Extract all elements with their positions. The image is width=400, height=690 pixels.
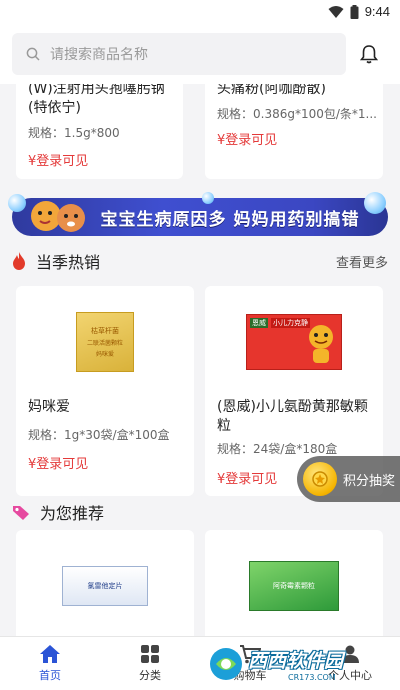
product-card[interactable]: (W)注射用头孢噻肟钠(特依宁) 规格：1.5g*800 ¥登录可见: [16, 84, 183, 179]
product-price: ¥登录可见: [217, 472, 278, 487]
product-name: (W)注射用头孢噻肟钠(特依宁): [28, 84, 165, 116]
hot-section-header: 当季热销 查看更多: [0, 246, 400, 276]
medicine-box: 枯草杆菌 二联活菌颗粒 妈咪爱: [76, 312, 134, 372]
box-text: 阿奇霉素颗粒: [273, 582, 315, 590]
product-image: 恩威 小儿力克静: [205, 292, 383, 392]
watermark-logo-icon: [210, 648, 242, 680]
search-icon: [26, 47, 40, 61]
product-name: (恩威)小儿氨酚黄那敏颗粒: [217, 399, 368, 434]
header: 请搜索商品名称: [0, 26, 400, 84]
cartoon-kids-icon: [31, 201, 85, 232]
product-price: ¥登录可见: [217, 133, 278, 148]
bubble-decoration: [364, 192, 386, 214]
product-spec: 规格：1.5g*800: [28, 126, 120, 140]
product-card[interactable]: 枯草杆菌 二联活菌颗粒 妈咪爱 妈咪爱 规格：1g*30袋/盒*100盒 ¥登录…: [16, 286, 194, 496]
box-text: 二联活菌颗粒: [86, 340, 123, 347]
bell-icon[interactable]: [360, 44, 378, 64]
status-icons: 9:44: [328, 4, 390, 19]
box-text: 氯雷他定片: [87, 582, 123, 590]
product-price: ¥登录可见: [28, 154, 89, 169]
watermark-sub: CR173.COM: [288, 673, 336, 682]
tab-label: 首页: [39, 669, 61, 682]
tiger-mascot-icon: [309, 325, 333, 363]
search-placeholder: 请搜索商品名称: [50, 47, 148, 63]
bubble-decoration: [202, 192, 214, 204]
status-bar: 9:44: [0, 0, 400, 26]
tab-label: 分类: [139, 669, 161, 682]
fire-icon: [13, 252, 25, 270]
box-text: 恩威: [250, 318, 268, 328]
points-lottery-button[interactable]: 积分抽奖: [297, 456, 400, 502]
tab-category[interactable]: 分类: [100, 637, 200, 690]
tag-icon: [13, 506, 29, 520]
bubble-decoration: [8, 194, 26, 212]
product-image: 阿奇霉素颗粒: [205, 538, 383, 634]
watermark-text: 西西软件园: [248, 650, 344, 672]
section-title: 当季热销: [36, 253, 101, 272]
product-name: 头痛粉(阿咖酚散): [217, 84, 326, 97]
home-icon: [40, 645, 60, 663]
promo-banner[interactable]: 宝宝生病原因多 妈妈用药别搞错: [8, 192, 388, 236]
product-price: ¥登录可见: [28, 457, 89, 472]
box-text: 枯草杆菌: [91, 327, 119, 335]
status-time: 9:44: [364, 4, 390, 19]
search-input[interactable]: 请搜索商品名称: [12, 33, 346, 75]
content-scroll[interactable]: (W)注射用头孢噻肟钠(特依宁) 规格：1.5g*800 ¥登录可见 头痛粉(阿…: [0, 84, 400, 636]
coin-icon: [303, 462, 337, 496]
medicine-box: 氯雷他定片: [62, 566, 148, 606]
medicine-box: 恩威 小儿力克静: [246, 314, 342, 370]
lottery-label: 积分抽奖: [343, 473, 396, 489]
box-text: 妈咪爱: [95, 351, 114, 358]
site-watermark: 西西软件园 CR173.COM: [208, 640, 398, 688]
product-card[interactable]: 头痛粉(阿咖酚散) 规格：0.386g*100包/条*1... ¥登录可见: [205, 84, 383, 179]
view-more-link[interactable]: 查看更多: [336, 252, 388, 271]
product-card[interactable]: 阿奇霉素颗粒: [205, 530, 383, 636]
banner-text: 宝宝生病原因多 妈妈用药别搞错: [100, 209, 360, 230]
wifi-icon: [328, 5, 344, 18]
product-name: 妈咪爱: [28, 399, 70, 415]
product-spec: 规格：1g*30袋/盒*100盒: [28, 428, 170, 442]
product-card[interactable]: 氯雷他定片: [16, 530, 194, 636]
medicine-box: 阿奇霉素颗粒: [249, 561, 339, 611]
product-image: 氯雷他定片: [16, 538, 194, 634]
section-title: 为您推荐: [40, 504, 105, 523]
battery-icon: [350, 4, 359, 19]
product-spec: 规格：0.386g*100包/条*1...: [217, 107, 377, 121]
grid-icon: [141, 645, 159, 663]
product-spec: 规格：24袋/盒*180盒: [217, 442, 338, 456]
product-image: 枯草杆菌 二联活菌颗粒 妈咪爱: [16, 292, 194, 392]
tab-home[interactable]: 首页: [0, 637, 100, 690]
